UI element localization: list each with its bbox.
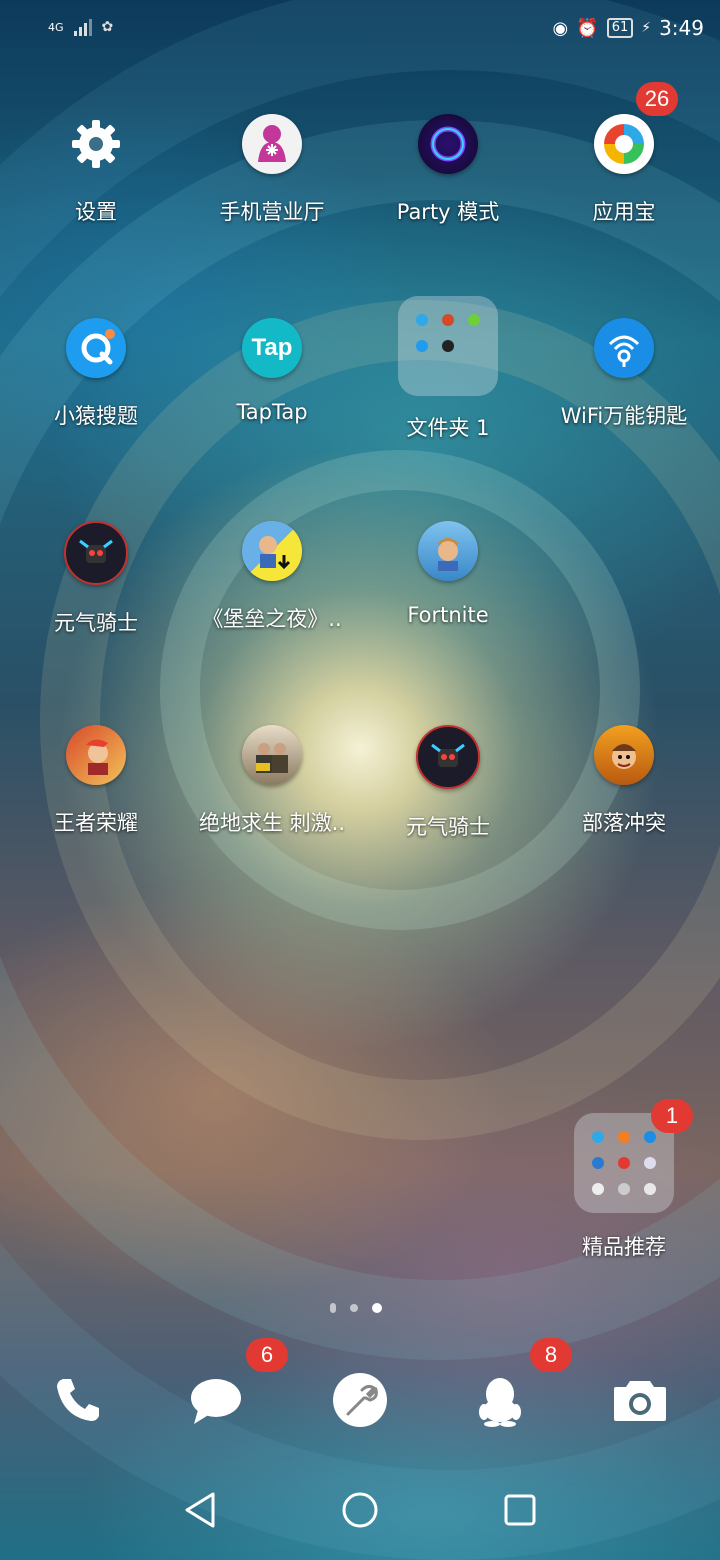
alarm-icon: ⏰ bbox=[576, 17, 599, 39]
taptap-icon: Tap bbox=[242, 318, 302, 378]
page-dot-search[interactable] bbox=[330, 1303, 336, 1313]
notification-badge: 1 bbox=[651, 1099, 693, 1133]
status-left: 4G ✿ bbox=[48, 18, 113, 36]
huawei-logo-icon: ✿ bbox=[101, 19, 114, 35]
app-settings[interactable]: 设置 bbox=[8, 114, 184, 226]
dock-messages[interactable]: 6 bbox=[186, 1338, 288, 1430]
app-label: 《堡垒之夜》.. bbox=[202, 607, 342, 631]
eye-comfort-icon: ◉ bbox=[552, 17, 569, 39]
app-wifi-key[interactable]: WiFi万能钥匙 bbox=[536, 318, 712, 430]
soul-knight-icon bbox=[64, 521, 128, 585]
soul-knight-icon bbox=[416, 725, 480, 789]
dock-qq[interactable]: 8 bbox=[470, 1338, 572, 1430]
yingyongbao-icon bbox=[594, 114, 654, 174]
notification-badge: 6 bbox=[246, 1338, 288, 1372]
page-dot-active[interactable] bbox=[372, 1303, 382, 1313]
app-honor-of-kings[interactable]: 王者荣耀 bbox=[8, 725, 184, 837]
dock: 6 8 bbox=[0, 1338, 720, 1430]
folder-icon bbox=[398, 296, 498, 396]
status-bar: 4G ✿ ◉ ⏰ 61 ⚡ 3:49 bbox=[0, 0, 720, 60]
page-indicator[interactable] bbox=[330, 1303, 382, 1313]
app-label: 小猿搜题 bbox=[54, 404, 138, 428]
fortnite-cn-icon bbox=[242, 521, 302, 581]
app-label: Fortnite bbox=[407, 603, 489, 627]
dock-tools[interactable] bbox=[330, 1370, 390, 1430]
app-label: TapTap bbox=[236, 400, 308, 424]
camera-icon bbox=[614, 1381, 666, 1421]
party-ring-icon bbox=[418, 114, 478, 174]
app-soul-knight[interactable]: 元气骑士 bbox=[8, 521, 184, 637]
honor-of-kings-icon bbox=[66, 725, 126, 785]
app-label: Party 模式 bbox=[396, 200, 500, 224]
message-bubble-icon bbox=[191, 1379, 241, 1424]
page-dot[interactable] bbox=[350, 1304, 358, 1312]
clock: 3:49 bbox=[659, 16, 704, 40]
app-label: 元气骑士 bbox=[54, 611, 138, 635]
app-xiaoyuan[interactable]: 小猿搜题 bbox=[8, 318, 184, 430]
pubg-mobile-icon bbox=[242, 725, 302, 785]
app-label: 应用宝 bbox=[592, 200, 656, 224]
dock-phone[interactable] bbox=[48, 1370, 108, 1430]
home-circle-icon bbox=[342, 1492, 378, 1528]
charging-icon: ⚡ bbox=[641, 20, 652, 36]
folder-1[interactable]: 文件夹 1 bbox=[360, 296, 536, 442]
app-taptap[interactable]: Tap TapTap bbox=[184, 318, 360, 424]
app-soul-knight-2[interactable]: 元气骑士 bbox=[360, 725, 536, 841]
notification-badge: 26 bbox=[636, 82, 678, 116]
nav-home-button[interactable] bbox=[340, 1490, 380, 1530]
app-label: 设置 bbox=[75, 200, 117, 224]
app-label: 元气骑士 bbox=[406, 815, 490, 839]
qq-penguin-icon bbox=[479, 1378, 521, 1427]
wifi-key-icon bbox=[594, 318, 654, 378]
app-mobile-hall[interactable]: 手机营业厅 bbox=[184, 114, 360, 226]
gear-icon bbox=[66, 114, 126, 174]
clash-of-clans-icon bbox=[594, 725, 654, 785]
wrench-icon bbox=[333, 1373, 387, 1427]
navigation-bar bbox=[0, 1490, 720, 1550]
fortnite-icon bbox=[418, 521, 478, 581]
app-label: WiFi万能钥匙 bbox=[560, 404, 688, 428]
china-unicom-icon bbox=[242, 114, 302, 174]
network-type: 4G bbox=[48, 20, 64, 34]
back-triangle-icon bbox=[185, 1492, 215, 1528]
app-fortnite[interactable]: Fortnite bbox=[360, 521, 536, 627]
app-label: 王者荣耀 bbox=[54, 811, 138, 835]
dock-camera[interactable] bbox=[610, 1370, 670, 1430]
folder-recommended[interactable]: 精品推荐 1 bbox=[536, 1099, 712, 1261]
app-fortnite-cn[interactable]: 《堡垒之夜》.. bbox=[184, 521, 360, 633]
app-label: 手机营业厅 bbox=[219, 200, 325, 224]
recents-square-icon bbox=[504, 1494, 536, 1526]
nav-recents-button[interactable] bbox=[500, 1490, 540, 1530]
app-pubg-mobile[interactable]: 绝地求生 刺激.. bbox=[184, 725, 360, 837]
app-party-mode[interactable]: Party 模式 bbox=[360, 114, 536, 226]
notification-badge: 8 bbox=[530, 1338, 572, 1372]
app-label: 绝地求生 刺激.. bbox=[198, 811, 346, 835]
phone-icon bbox=[57, 1379, 99, 1421]
nav-back-button[interactable] bbox=[180, 1490, 220, 1530]
app-yingyongbao[interactable]: 应用宝 26 bbox=[536, 82, 712, 226]
xiaoyuan-search-icon bbox=[66, 318, 126, 378]
app-label: 文件夹 1 bbox=[406, 416, 490, 440]
signal-icon bbox=[73, 18, 92, 36]
battery-icon: 61 bbox=[606, 18, 634, 38]
taptap-icon-text: Tap bbox=[251, 334, 293, 361]
app-clash-of-clans[interactable]: 部落冲突 bbox=[536, 725, 712, 837]
app-label: 精品推荐 bbox=[582, 1235, 666, 1259]
app-label: 部落冲突 bbox=[582, 811, 666, 835]
status-right: ◉ ⏰ 61 ⚡ 3:49 bbox=[553, 16, 704, 40]
